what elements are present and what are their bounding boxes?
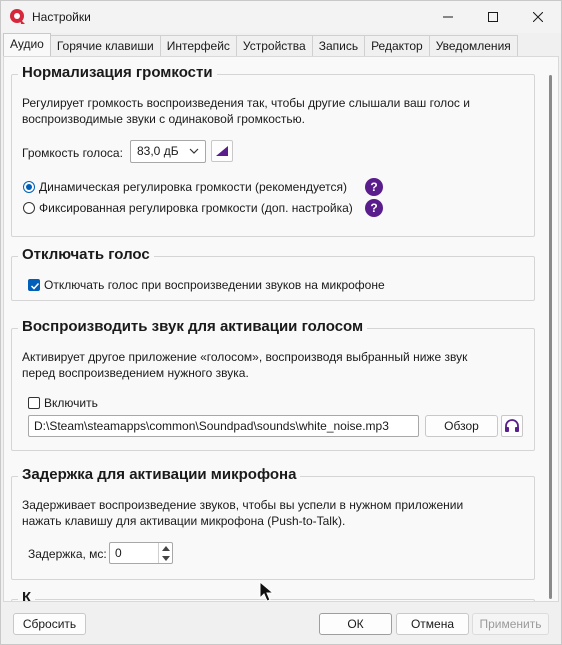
tab-bar: Аудио Горячие клавиши Интерфейс Устройст…	[3, 33, 518, 56]
sound-file-path-input[interactable]: D:\Steam\steamapps\common\Soundpad\sound…	[28, 415, 419, 437]
delay-spinner[interactable]	[158, 543, 172, 563]
browse-button[interactable]: Обзор	[425, 415, 498, 437]
tab-hotkeys[interactable]: Горячие клавиши	[49, 35, 161, 56]
radio-dynamic[interactable]	[23, 181, 35, 193]
help-dynamic-icon[interactable]: ?	[365, 178, 383, 196]
minimize-icon	[443, 16, 453, 18]
mute-voice-checkbox[interactable]	[28, 279, 40, 291]
apply-button[interactable]: Применить	[472, 613, 549, 635]
delay-input[interactable]: 0	[109, 542, 173, 564]
mute-voice-label[interactable]: Отключать голос при воспроизведении звук…	[44, 277, 385, 293]
headphones-icon	[505, 419, 519, 432]
checkmark-icon	[30, 282, 40, 290]
volume-level-button[interactable]	[211, 140, 233, 162]
radio-dynamic-label[interactable]: Динамическая регулировка громкости (реко…	[39, 179, 347, 195]
normalization-desc: Регулирует громкость воспроизведения так…	[22, 95, 522, 127]
voice-activation-enable-checkbox[interactable]	[28, 397, 40, 409]
voice-activation-enable-label[interactable]: Включить	[44, 395, 98, 411]
tab-notifications[interactable]: Уведомления	[428, 35, 518, 56]
tab-audio[interactable]: Аудио	[3, 33, 51, 56]
normalization-title: Нормализация громкости	[18, 63, 217, 83]
mute-voice-group: Отключать голос Отключать голос при восп…	[11, 245, 535, 301]
minimize-button[interactable]	[425, 1, 471, 33]
volume-ramp-icon	[216, 146, 228, 156]
settings-scroll-area[interactable]: Нормализация громкости Регулирует громко…	[4, 57, 544, 601]
cancel-button[interactable]: Отмена	[396, 613, 469, 635]
spin-down-icon[interactable]	[159, 553, 172, 563]
mic-delay-desc: Задерживает воспроизведение звуков, чтоб…	[22, 497, 522, 529]
sound-file-path-value: D:\Steam\steamapps\common\Soundpad\sound…	[34, 419, 389, 433]
next-group-title: К	[18, 588, 36, 601]
voice-volume-select[interactable]: 83,0 дБ	[130, 140, 206, 163]
normalization-desc-line1: Регулирует громкость воспроизведения так…	[22, 96, 470, 110]
mic-delay-desc-line1: Задерживает воспроизведение звуков, чтоб…	[22, 498, 464, 512]
help-fixed-icon[interactable]: ?	[365, 199, 383, 217]
delay-label: Задержка, мс:	[28, 547, 107, 561]
voice-activation-desc-line1: Активирует другое приложение «голосом», …	[22, 350, 468, 364]
delay-value: 0	[115, 546, 122, 560]
tab-interface[interactable]: Интерфейс	[159, 35, 237, 56]
voice-activation-group: Воспроизводить звук для активации голосо…	[11, 317, 535, 451]
normalization-desc-line2: воспроизводимые звуки с одинаковой громк…	[22, 112, 305, 126]
preview-sound-button[interactable]	[501, 415, 523, 437]
radio-fixed[interactable]	[23, 202, 35, 214]
maximize-button[interactable]	[470, 1, 516, 33]
mic-delay-group: Задержка для активации микрофона Задержи…	[11, 465, 535, 580]
app-logo-icon	[10, 9, 25, 24]
voice-activation-desc-line2: перед воспроизведением нужного звука.	[22, 366, 249, 380]
mute-voice-title: Отключать голос	[18, 245, 154, 265]
mic-delay-title: Задержка для активации микрофона	[18, 465, 301, 485]
reset-button[interactable]: Сбросить	[13, 613, 86, 635]
audio-panel: Нормализация громкости Регулирует громко…	[3, 56, 559, 602]
voice-activation-title: Воспроизводить звук для активации голосо…	[18, 317, 368, 337]
settings-window: Настройки Аудио Горячие клавиши Интерфей…	[0, 0, 562, 645]
tab-editor[interactable]: Редактор	[364, 35, 430, 56]
window-title: Настройки	[32, 10, 91, 24]
maximize-icon	[488, 12, 498, 22]
spin-up-icon[interactable]	[159, 543, 172, 553]
normalization-group: Нормализация громкости Регулирует громко…	[11, 63, 535, 237]
ok-button[interactable]: ОК	[319, 613, 392, 635]
mic-delay-desc-line2: нажать клавишу для активации микрофона (…	[22, 514, 346, 528]
chevron-down-icon	[189, 148, 199, 154]
voice-activation-desc: Активирует другое приложение «голосом», …	[22, 349, 522, 381]
scrollbar-thumb[interactable]	[549, 75, 552, 599]
voice-volume-value: 83,0 дБ	[137, 144, 179, 158]
close-icon	[533, 12, 543, 22]
tab-devices[interactable]: Устройства	[235, 35, 313, 56]
close-button[interactable]	[515, 1, 561, 33]
tab-recording[interactable]: Запись	[311, 35, 366, 56]
title-bar[interactable]: Настройки	[1, 1, 561, 33]
mouse-cursor-icon	[259, 581, 275, 602]
voice-volume-label: Громкость голоса:	[22, 146, 123, 160]
radio-fixed-label[interactable]: Фиксированная регулировка громкости (доп…	[39, 200, 353, 216]
vertical-scrollbar[interactable]	[546, 61, 556, 599]
